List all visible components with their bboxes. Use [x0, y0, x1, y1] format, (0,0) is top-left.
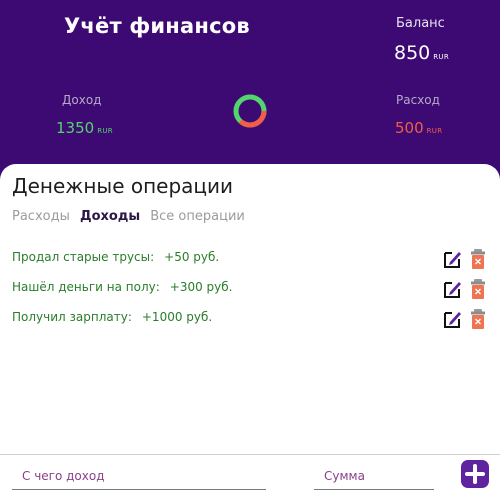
balance-ring-chart — [233, 94, 267, 128]
add-operation-button[interactable] — [461, 460, 489, 488]
income-value: 1350 — [56, 119, 95, 137]
operation-row: Получил зарплату: +1000 руб. — [12, 308, 490, 330]
app-title: Учёт финансов — [64, 14, 250, 38]
income-source-input[interactable] — [12, 463, 266, 490]
operation-tabs: Расходы Доходы Все операции — [12, 209, 251, 224]
trash-icon[interactable] — [470, 278, 486, 300]
tab-all-operations[interactable]: Все операции — [150, 209, 245, 224]
operation-row: Продал старые трусы: +50 руб. — [12, 248, 490, 270]
plus-icon — [465, 464, 485, 484]
edit-icon[interactable] — [442, 278, 462, 300]
trash-icon[interactable] — [470, 248, 486, 270]
operation-amount: +300 руб. — [169, 280, 233, 294]
operation-text: Получил зарплату: +1000 руб. — [12, 310, 212, 324]
edit-icon[interactable] — [442, 248, 462, 270]
trash-icon[interactable] — [470, 308, 486, 330]
operation-amount: +50 руб. — [164, 250, 220, 264]
expense-currency: RUR — [426, 127, 443, 135]
operation-text: Нашёл деньги на полу: +300 руб. — [12, 280, 232, 294]
operation-text: Продал старые трусы: +50 руб. — [12, 250, 219, 264]
expense-value: 500 — [395, 119, 424, 137]
income-amount: 1350 RUR — [56, 119, 113, 137]
balance-amount: 850 RUR — [394, 42, 449, 64]
operation-amount: +1000 руб. — [141, 310, 213, 324]
operation-description: Получил зарплату: — [12, 310, 132, 324]
operations-panel: Денежные операции Расходы Доходы Все опе… — [0, 164, 500, 500]
tab-income[interactable]: Доходы — [80, 209, 140, 224]
header: Учёт финансов Баланс 850 RUR Доход 1350 RU… — [0, 0, 500, 170]
balance-label: Баланс — [396, 16, 445, 31]
expense-amount: 500 RUR — [395, 119, 442, 137]
balance-value: 850 — [394, 42, 431, 64]
expense-label: Расход — [396, 93, 440, 107]
add-operation-form — [0, 454, 500, 501]
tab-expenses[interactable]: Расходы — [12, 209, 70, 224]
income-label: Доход — [62, 93, 102, 107]
operation-description: Продал старые трусы: — [12, 250, 155, 264]
balance-currency: RUR — [433, 53, 450, 61]
section-title: Денежные операции — [12, 174, 234, 198]
operation-row: Нашёл деньги на полу: +300 руб. — [12, 278, 490, 300]
amount-input[interactable] — [314, 463, 434, 490]
edit-icon[interactable] — [442, 308, 462, 330]
expense-arc — [238, 110, 267, 128]
operation-description: Нашёл деньги на полу: — [12, 280, 160, 294]
income-currency: RUR — [97, 127, 113, 135]
